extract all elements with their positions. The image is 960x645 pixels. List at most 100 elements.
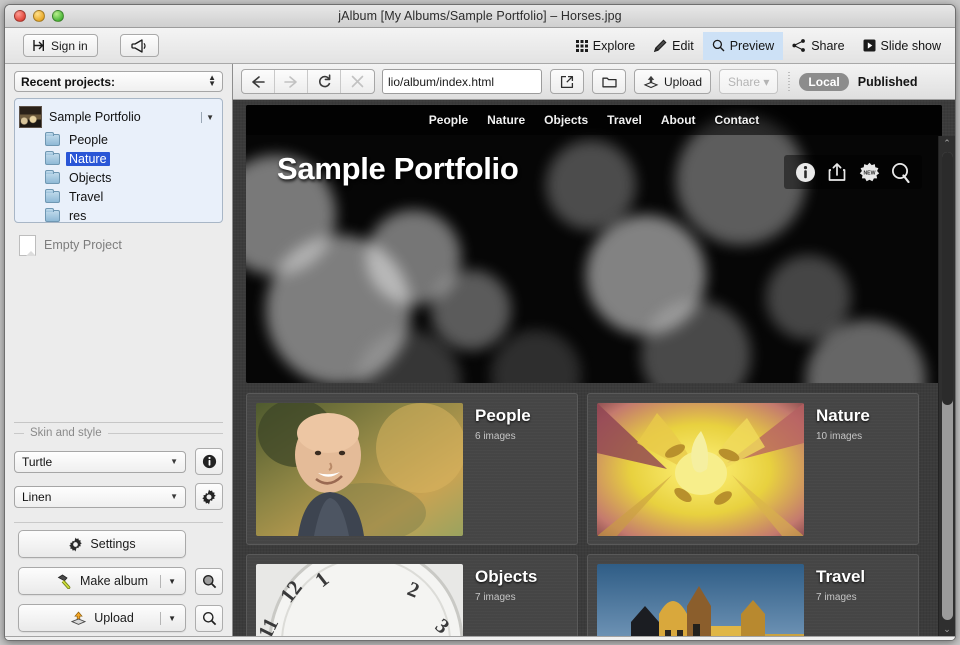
- browser-nav-group: [241, 69, 375, 94]
- tree-item-people[interactable]: People: [45, 130, 218, 149]
- style-select[interactable]: Linen ▼: [14, 485, 186, 508]
- browser-upload-button[interactable]: Upload: [634, 69, 712, 94]
- make-album-dropdown[interactable]: ▼: [160, 574, 176, 588]
- tree-item-res[interactable]: res: [45, 206, 218, 222]
- tab-preview-label: Preview: [729, 38, 775, 53]
- nav-link-contact[interactable]: Contact: [715, 113, 760, 127]
- album-card-count: 7 images: [475, 592, 516, 603]
- preview-upload-button[interactable]: [195, 604, 223, 632]
- status-bar: Editing "Horses.jpg". Original image wil…: [5, 636, 955, 640]
- album-thumbnail: [597, 564, 804, 636]
- folder-icon: [45, 188, 60, 203]
- tab-preview[interactable]: Preview: [702, 31, 784, 60]
- make-album-button[interactable]: Make album ▼: [18, 567, 186, 595]
- announcements-button[interactable]: [119, 34, 159, 57]
- open-in-browser-button[interactable]: [550, 69, 584, 94]
- tab-edit[interactable]: Edit: [644, 32, 703, 60]
- back-button[interactable]: [242, 70, 275, 93]
- megaphone-icon: [131, 38, 148, 53]
- tree-item-objects[interactable]: Objects: [45, 168, 218, 187]
- nav-link-about[interactable]: About: [661, 113, 696, 127]
- settings-button[interactable]: Settings: [18, 530, 186, 558]
- bokeh-circle: [491, 330, 581, 383]
- scroll-down-button[interactable]: ⌄: [943, 622, 951, 636]
- album-card-text: Nature 10 images: [816, 403, 870, 535]
- url-input[interactable]: lio/album/index.html: [382, 69, 542, 94]
- nav-link-people[interactable]: People: [429, 113, 468, 127]
- empty-project-label: Empty Project: [44, 238, 122, 252]
- album-card-objects[interactable]: 12 1 11 2 3 4 5 9 10: [246, 554, 578, 636]
- style-select-value: Linen: [22, 489, 52, 504]
- share-icon[interactable]: [826, 161, 848, 183]
- chevron-down-icon: ▼: [170, 492, 178, 501]
- forward-button[interactable]: [275, 70, 308, 93]
- upload-dropdown[interactable]: ▼: [160, 611, 176, 625]
- browser-share-button[interactable]: Share ▾: [719, 69, 779, 94]
- info-icon: [202, 454, 217, 469]
- published-toggle-option[interactable]: Published: [858, 75, 918, 89]
- reload-button[interactable]: [308, 70, 341, 93]
- scrollbar-thumb[interactable]: [941, 152, 953, 405]
- scroll-up-button[interactable]: ⌃: [943, 136, 951, 150]
- nav-link-travel[interactable]: Travel: [607, 113, 642, 127]
- album-card-nature[interactable]: Nature 10 images: [587, 393, 919, 545]
- preview-vertical-scrollbar[interactable]: ⌃ ⌄: [938, 136, 955, 636]
- album-card-travel[interactable]: Travel 7 images: [587, 554, 919, 636]
- chevron-down-icon: ▼: [170, 457, 178, 466]
- site-hero: People Nature Objects Travel About Conta…: [246, 105, 942, 383]
- nav-link-objects[interactable]: Objects: [544, 113, 588, 127]
- nav-link-nature[interactable]: Nature: [487, 113, 525, 127]
- document-icon: [19, 234, 36, 256]
- search-icon[interactable]: [890, 161, 912, 183]
- upload-button[interactable]: Upload ▼: [18, 604, 186, 632]
- pencil-icon: [653, 38, 667, 53]
- url-text: lio/album/index.html: [388, 74, 495, 89]
- tab-explore-label: Explore: [592, 38, 636, 53]
- tab-slide-show[interactable]: Slide show: [854, 32, 950, 60]
- empty-project-item[interactable]: Empty Project: [19, 234, 223, 256]
- folder-icon: [601, 77, 617, 88]
- tree-item-label: Objects: [69, 170, 112, 185]
- skin-section-title: Skin and style: [14, 426, 223, 440]
- magnifier-plus-icon: [202, 574, 217, 589]
- preview-make-album-button[interactable]: [195, 567, 223, 595]
- tab-share[interactable]: Share: [783, 32, 853, 60]
- bokeh-circle: [431, 270, 511, 350]
- sign-in-button[interactable]: Sign in: [23, 34, 98, 57]
- mode-tabs: Explore Edit Preview Share Slide show: [567, 31, 950, 60]
- skin-info-button[interactable]: [195, 448, 223, 475]
- bokeh-circle: [546, 140, 636, 230]
- arrow-right-icon: [284, 75, 297, 88]
- app-window: jAlbum [My Albums/Sample Portfolio] – Ho…: [4, 4, 956, 641]
- tree-item-nature[interactable]: Nature: [45, 149, 218, 168]
- new-badge-icon[interactable]: NEW: [858, 161, 880, 183]
- recent-projects-combo[interactable]: Recent projects: ▲ ▼: [14, 71, 223, 92]
- upload-row: Upload ▼: [18, 604, 223, 632]
- stop-button[interactable]: [341, 70, 374, 93]
- tree-item-travel[interactable]: Travel: [45, 187, 218, 206]
- album-card-text: Travel 7 images: [816, 564, 865, 636]
- skin-select[interactable]: Turtle ▼: [14, 450, 186, 473]
- info-icon[interactable]: [794, 161, 816, 183]
- main-body: Recent projects: ▲ ▼ Sample Portfolio ▼ P…: [5, 64, 955, 636]
- recent-projects-label: Recent projects:: [21, 74, 116, 89]
- magnifier-icon: [712, 39, 725, 52]
- album-card-count: 10 images: [816, 431, 863, 442]
- app-toolbar: Sign in Explore Edit Preview Share Slide…: [5, 28, 955, 64]
- local-toggle-option[interactable]: Local: [799, 72, 849, 91]
- album-card-people[interactable]: People 6 images: [246, 393, 578, 545]
- tree-item-label: People: [69, 132, 108, 147]
- scrollbar-track[interactable]: [941, 152, 953, 620]
- gear-icon: [201, 489, 217, 505]
- tab-explore[interactable]: Explore: [567, 32, 644, 60]
- upload-label: Upload: [94, 611, 134, 625]
- magnifier-icon: [202, 611, 217, 626]
- svg-text:NEW: NEW: [863, 170, 875, 176]
- tree-root-sample-portfolio[interactable]: Sample Portfolio ▼: [19, 104, 218, 130]
- open-folder-button[interactable]: [592, 69, 626, 94]
- project-tree[interactable]: Sample Portfolio ▼ People Nature Objects: [14, 98, 223, 223]
- style-settings-button[interactable]: [195, 483, 223, 510]
- tree-root-menu-button[interactable]: ▼: [201, 111, 214, 123]
- skin-section-divider: [14, 522, 223, 523]
- settings-label: Settings: [90, 537, 136, 551]
